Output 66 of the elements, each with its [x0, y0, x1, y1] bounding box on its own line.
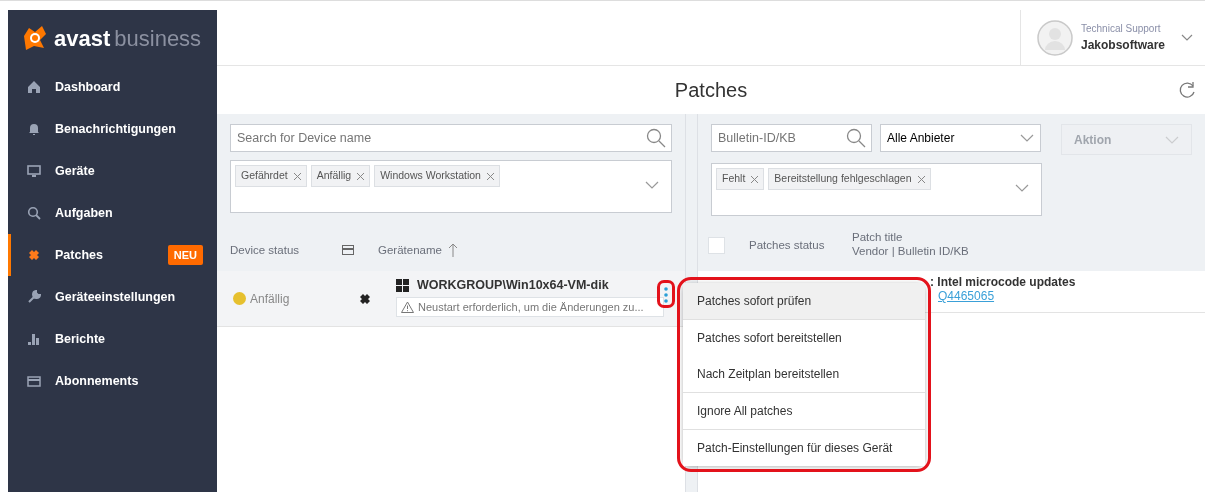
menu-item[interactable]: Ignore All patches [683, 393, 925, 430]
sidebar-item[interactable]: Aufgaben [8, 192, 217, 234]
chevron-down-icon [645, 181, 660, 189]
chevron-down-icon [1181, 33, 1193, 42]
vendor-dropdown[interactable]: Alle Anbieter [880, 124, 1041, 152]
bell-icon [27, 122, 41, 136]
chevron-down-icon [1020, 134, 1034, 142]
filter-tag[interactable]: Gefährdet [235, 165, 307, 187]
card-icon [342, 245, 354, 256]
close-icon [357, 172, 365, 180]
bandage-icon [27, 248, 41, 262]
kebab-menu-button[interactable] [660, 283, 672, 305]
card-icon [27, 374, 41, 388]
user-role: Technical Support [1081, 22, 1162, 36]
sort-arrow-icon [447, 243, 458, 258]
new-badge: NEU [167, 244, 203, 266]
home-icon [27, 80, 41, 94]
bar-chart-icon [27, 332, 41, 346]
sidebar-item[interactable]: Benachrichtigungen [8, 108, 217, 150]
kebab-icon [664, 286, 668, 303]
monitor-icon [27, 164, 41, 178]
column-header[interactable]: Patches status [749, 236, 852, 254]
menu-item[interactable]: Patches sofort prüfen [683, 283, 925, 320]
filter-tag[interactable]: Fehlt [716, 168, 765, 190]
brand-suffix: business [114, 24, 202, 53]
close-icon [751, 175, 759, 183]
close-icon [486, 172, 494, 180]
filter-tag[interactable]: Anfällig [310, 165, 371, 187]
filter-tag[interactable]: Bereitstellung fehlgeschlagen [768, 168, 931, 190]
close-icon [917, 175, 925, 183]
search-icon [846, 128, 866, 148]
column-header[interactable]: Vendor | Bulletin ID/KB [852, 245, 969, 259]
wrench-icon [27, 290, 41, 304]
sidebar-item[interactable]: Berichte [8, 318, 217, 360]
search-field[interactable]: Bulletin-ID/KB [711, 124, 872, 152]
filter-tag[interactable]: Windows Workstation [374, 165, 500, 187]
sidebar-item[interactable]: Geräte [8, 150, 217, 192]
chevron-down-icon [1165, 135, 1179, 144]
sidebar-item[interactable]: Abonnements [8, 360, 217, 402]
warning-icon [401, 300, 414, 313]
menu-item[interactable]: Patches sofort bereitstellen [683, 320, 925, 356]
sidebar-item[interactable]: Geräteeinstellungen [8, 276, 217, 318]
chevron-down-icon [1015, 184, 1029, 192]
refresh-icon [1177, 80, 1197, 100]
search-icon [27, 206, 41, 220]
avatar-icon [1037, 19, 1073, 56]
user-name: Jakobsoftware [1081, 37, 1166, 54]
column-header[interactable]: Patch title [852, 231, 969, 246]
search-icon [646, 128, 667, 148]
warning-message: Neustart erforderlich, um die Änderungen zu... [418, 299, 644, 315]
status-label: Anfällig [250, 290, 290, 308]
brand-name: avast [54, 24, 111, 53]
column-header[interactable]: Gerätename [378, 241, 442, 259]
menu-item[interactable]: Nach Zeitplan bereitstellen [683, 356, 925, 393]
close-icon [293, 172, 301, 180]
sidebar-item[interactable]: Dashboard [8, 66, 217, 108]
device-name[interactable]: WORKGROUP\Win10x64-VM-dik [417, 275, 609, 295]
menu-item[interactable]: Patch-Einstellungen für dieses Gerät [683, 430, 925, 466]
page-title: Patches [674, 78, 748, 102]
windows-icon [396, 278, 409, 292]
patch-title: : Intel microcode updates [930, 275, 1077, 290]
bandage-icon [358, 291, 372, 306]
select-all-checkbox[interactable] [708, 236, 725, 254]
refresh-button[interactable] [1177, 80, 1197, 100]
search-field[interactable]: Search for Device name [230, 124, 673, 152]
column-header[interactable]: Device status [230, 241, 342, 259]
